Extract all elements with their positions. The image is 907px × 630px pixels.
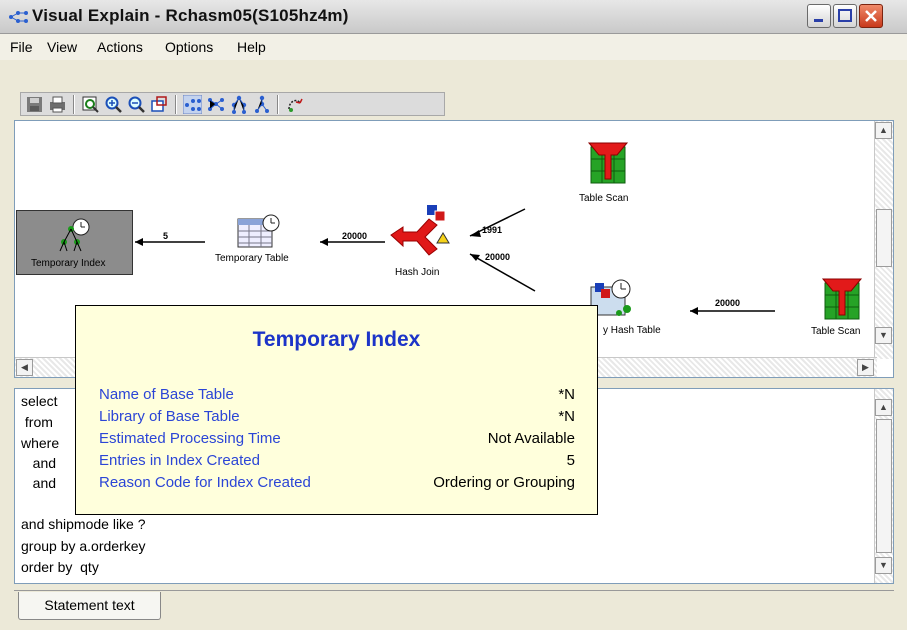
diagram-vertical-scrollbar[interactable]: ▲ ▼	[874, 121, 893, 359]
statement-line: and shipmode like ?	[21, 516, 146, 532]
node-label: Table Scan	[579, 193, 629, 204]
scroll-up-button[interactable]: ▲	[875, 122, 892, 139]
scroll-thumb[interactable]	[876, 419, 892, 553]
toolbar-strip	[20, 92, 445, 116]
edge-label: 1991	[482, 225, 503, 235]
tree-icon[interactable]	[229, 95, 248, 114]
tooltip-title: Temporary Index	[252, 328, 421, 351]
node-table-scan-top[interactable]: Table Scan	[575, 141, 645, 211]
node-tooltip: Temporary Index Name of Base Table *N Li…	[75, 305, 598, 515]
statement-line: and	[21, 475, 57, 491]
node-temporary-index[interactable]: Temporary Index	[16, 210, 133, 275]
tooltip-label: Name of Base Table	[99, 386, 234, 403]
statement-vertical-scrollbar[interactable]: ▲ ▼	[874, 389, 893, 583]
temporary-table-icon	[237, 214, 280, 248]
tab-divider	[14, 590, 894, 591]
tooltip-label: Estimated Processing Time	[99, 430, 281, 447]
tooltip-label: Library of Base Table	[99, 408, 240, 425]
statement-line: from	[21, 414, 53, 430]
tooltip-label: Entries in Index Created	[99, 452, 260, 469]
node-temporary-table[interactable]: Temporary Table	[215, 213, 315, 273]
minimize-button[interactable]	[807, 4, 831, 28]
zoom-in-icon[interactable]	[104, 95, 123, 114]
node-label: Temporary Table	[215, 253, 289, 264]
hash-join-icon	[390, 205, 450, 256]
temporary-index-icon	[59, 218, 90, 252]
menu-bar: File View Actions Options Help	[0, 34, 907, 60]
node-temporary-hash-table[interactable]: y Hash Table	[587, 277, 687, 339]
tooltip-label: Reason Code for Index Created	[99, 474, 311, 491]
scroll-thumb[interactable]	[876, 209, 892, 267]
scroll-left-button[interactable]: ◀	[16, 359, 33, 376]
zoom-to-fit-icon[interactable]	[81, 95, 100, 114]
scroll-down-button[interactable]: ▼	[875, 557, 892, 574]
scroll-down-button[interactable]: ▼	[875, 327, 892, 344]
menu-actions[interactable]: Actions	[97, 39, 143, 55]
tooltip-value: *N	[558, 386, 575, 403]
maximize-icon	[838, 9, 852, 22]
window-title: Visual Explain - Rchasm05(S105hz4m)	[32, 6, 349, 25]
node-label: Table Scan	[811, 326, 861, 337]
scroll-right-button[interactable]: ▶	[857, 359, 874, 376]
statement-line: order by qty	[21, 559, 99, 575]
maximize-button[interactable]	[833, 4, 857, 28]
title-bar[interactable]: Visual Explain - Rchasm05(S105hz4m)	[0, 0, 907, 34]
arrowhead-icon	[135, 238, 143, 246]
edge-label: 20000	[342, 231, 368, 241]
scroll-up-button[interactable]: ▲	[875, 399, 892, 416]
menu-file[interactable]: File	[10, 39, 33, 55]
horizontal-graph-icon[interactable]	[183, 95, 202, 114]
hierarchy-icon[interactable]	[252, 95, 271, 114]
graph-icon	[9, 11, 28, 23]
statement-line: where	[21, 435, 60, 451]
minimize-icon	[814, 19, 823, 22]
refresh-icon[interactable]	[285, 95, 304, 114]
node-hash-join[interactable]: Hash Join	[387, 199, 462, 281]
tooltip-value: 5	[566, 452, 575, 469]
close-button[interactable]	[859, 4, 883, 28]
vertical-graph-icon[interactable]	[206, 95, 225, 114]
save-icon[interactable]	[25, 95, 44, 114]
node-table-scan-right[interactable]: Table Scan	[811, 277, 877, 341]
overview-icon[interactable]	[150, 95, 169, 114]
node-label: Temporary Index	[31, 258, 106, 269]
arrowhead-icon	[690, 307, 698, 315]
statement-line: select	[21, 393, 58, 409]
toolbar	[0, 60, 907, 120]
edge-label: 20000	[485, 252, 511, 262]
menu-view[interactable]: View	[47, 39, 77, 55]
table-scan-icon	[821, 278, 863, 320]
zoom-out-icon[interactable]	[127, 95, 146, 114]
menu-options[interactable]: Options	[165, 39, 213, 55]
edge-label: 5	[163, 231, 169, 241]
tab-statement-text[interactable]: Statement text	[18, 592, 161, 620]
node-label: y Hash Table	[603, 325, 661, 336]
close-icon	[865, 10, 877, 22]
print-icon[interactable]	[48, 95, 67, 114]
statement-line: group by a.orderkey	[21, 538, 146, 554]
tooltip-value: Not Available	[487, 430, 575, 447]
edge-label: 20000	[715, 298, 741, 308]
node-label: Hash Join	[395, 267, 440, 278]
table-scan-icon	[587, 142, 629, 184]
arrowhead-icon	[320, 238, 328, 246]
tooltip-value: *N	[558, 408, 575, 425]
arrowhead-icon	[470, 254, 480, 261]
menu-help[interactable]: Help	[237, 39, 266, 55]
tooltip-value: Ordering or Grouping	[433, 474, 575, 491]
statement-line: and	[21, 455, 57, 471]
